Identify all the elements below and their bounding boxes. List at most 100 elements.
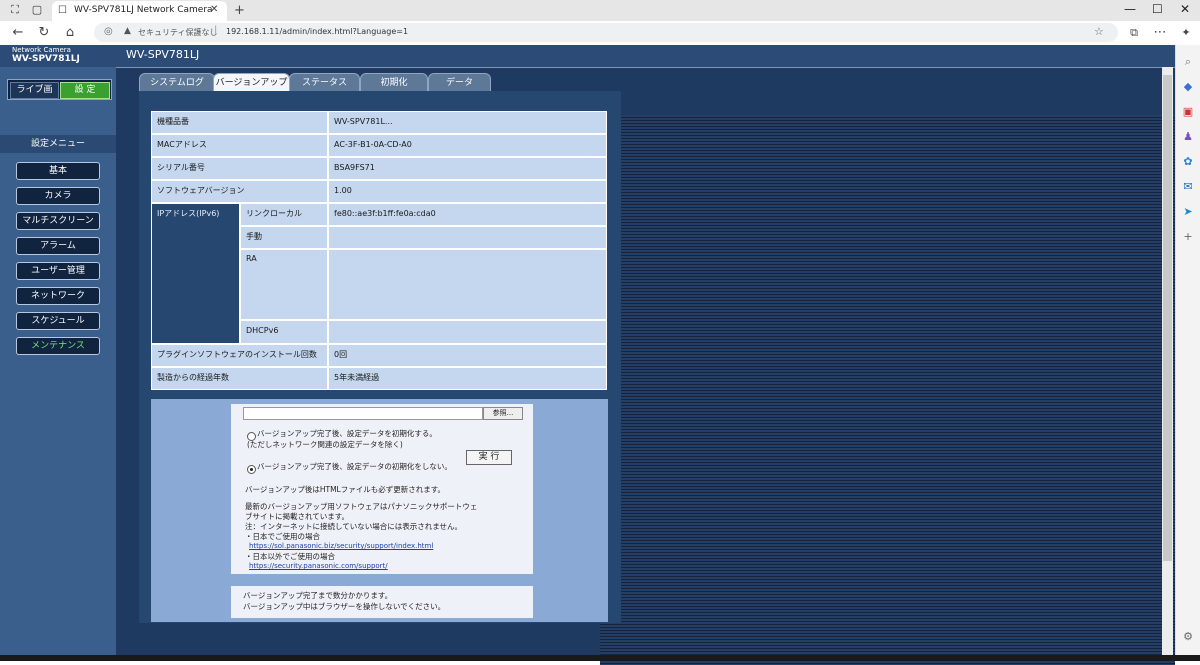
menu-alarm-button[interactable]: アラーム <box>16 237 100 255</box>
page-scrollbar[interactable] <box>1162 67 1173 655</box>
tab-status[interactable]: ステータス <box>289 73 360 92</box>
row-value-firmware: 1.00 <box>328 180 607 203</box>
info-line-4: ・日本でご使用の場合 <box>245 532 320 541</box>
setup-menu-title: 設定メニュー <box>0 135 116 153</box>
tab-title: WV-SPV781LJ Network Camera <box>74 5 213 15</box>
ipv6-ra-label: RA <box>240 249 328 320</box>
camera-header: Network Camera WV-SPV781LJ WV-SPV781LJ <box>0 45 1175 68</box>
favorite-star-icon[interactable]: ☆ <box>1094 25 1104 38</box>
row-label-years: 製造からの経過年数 <box>151 367 328 390</box>
live-view-button[interactable]: ライブ画 <box>10 82 59 99</box>
site-info-icon[interactable]: ◎ <box>104 26 113 37</box>
add-icon[interactable]: + <box>1181 230 1195 244</box>
menu-camera-button[interactable]: カメラ <box>16 187 100 205</box>
row-value-serial: BSA9FS71 <box>328 157 607 180</box>
menu-maintenance-button[interactable]: メンテナンス <box>16 337 100 355</box>
setup-button[interactable]: 設 定 <box>60 82 110 99</box>
security-label: セキュリティ保護なし <box>138 28 218 37</box>
settings-icon[interactable]: ⚙ <box>1181 630 1195 644</box>
row-label-firmware: ソフトウェアバージョン <box>151 180 328 203</box>
execute-button[interactable]: 実 行 <box>466 450 512 465</box>
ipv6-manual-value <box>328 226 607 249</box>
keep-settings-radio[interactable] <box>247 465 256 474</box>
shopping-icon[interactable]: ▣ <box>1181 105 1195 119</box>
menu-user-button[interactable]: ユーザー管理 <box>16 262 100 280</box>
info-line-3: 注：インターネットに接続していない場合には表示されません。 <box>245 522 463 531</box>
search-icon[interactable]: ⌕ <box>1181 55 1195 69</box>
row-label-mac: MACアドレス <box>151 134 328 157</box>
outlook-icon[interactable]: ✉ <box>1181 180 1195 194</box>
tag-icon[interactable]: ◆ <box>1181 80 1195 94</box>
address-bar: ← ↻ ⌂ ◎ ▲ セキュリティ保護なし | 192.168.1.11/admi… <box>0 21 1200 46</box>
profile-icon[interactable]: ⛶ <box>8 3 22 17</box>
minimize-icon[interactable]: — <box>1124 2 1136 16</box>
browser-tab-bar: ⛶ ▢ ☐ WV-SPV781LJ Network Camera ✕ + — ☐… <box>0 0 1200 21</box>
copilot-icon[interactable]: ✦ <box>1178 25 1194 41</box>
tab-data[interactable]: データ <box>428 73 491 92</box>
firmware-file-input[interactable] <box>243 407 483 420</box>
tools-icon[interactable]: ✿ <box>1181 155 1195 169</box>
row-value-plugin-installs: 0回 <box>328 344 607 367</box>
url-text: 192.168.1.11/admin/index.html?Language=1 <box>226 27 409 36</box>
tab-system-log[interactable]: システムログ <box>139 73 215 92</box>
tab-version-up[interactable]: バージョンアップ <box>213 73 290 92</box>
row-label-plugin-installs: プラグインソフトウェアのインストール回数 <box>151 344 328 367</box>
back-icon[interactable]: ← <box>10 25 26 41</box>
browse-button[interactable]: 参照... <box>483 407 523 420</box>
warning-icon: ▲ <box>124 26 131 36</box>
menu-schedule-button[interactable]: スケジュール <box>16 312 100 330</box>
mode-switch: ライブ画 設 定 <box>7 79 112 100</box>
workspaces-icon[interactable]: ▢ <box>30 3 44 17</box>
reset-settings-note: (ただしネットワーク関連の設定データを除く) <box>247 440 403 449</box>
games-icon[interactable]: ♟ <box>1181 130 1195 144</box>
row-value-model: WV-SPV781L... <box>328 111 607 134</box>
url-field[interactable]: ◎ ▲ セキュリティ保護なし | 192.168.1.11/admin/inde… <box>94 23 1118 42</box>
row-value-mac: AC-3F-B1-0A-CD-A0 <box>328 134 607 157</box>
page-model-title: WV-SPV781LJ <box>126 48 200 61</box>
menu-basic-button[interactable]: 基本 <box>16 162 100 180</box>
ipv6-dhcpv6-value <box>328 320 607 344</box>
ipv6-dhcpv6-label: DHCPv6 <box>240 320 328 344</box>
menu-multiscreen-button[interactable]: マルチスクリーン <box>16 212 100 230</box>
camera-admin-page: Network Camera WV-SPV781LJ WV-SPV781LJ ラ… <box>0 45 1175 665</box>
refresh-icon[interactable]: ↻ <box>36 25 52 41</box>
send-icon[interactable]: ➤ <box>1181 205 1195 219</box>
url-separator: | <box>214 25 218 36</box>
taskbar <box>0 655 1200 661</box>
ipv6-linklocal-value: fe80::ae3f:b1ff:fe0a:cda0 <box>328 203 607 226</box>
tab-favicon-icon: ☐ <box>58 5 67 16</box>
scrollbar-thumb[interactable] <box>1163 75 1172 561</box>
brand-label: Network Camera <box>12 46 71 54</box>
menu-network-button[interactable]: ネットワーク <box>16 287 100 305</box>
note-line-2: バージョンアップ中はブラウザーを操作しないでください。 <box>243 602 446 611</box>
upgrade-panel: 参照... バージョンアップ完了後、設定データを初期化する。 (ただしネットワー… <box>151 399 608 622</box>
html-update-notice: バージョンアップ後はHTMLファイルも必ず更新されます。 <box>245 485 445 494</box>
brand-model: WV-SPV781LJ <box>12 54 80 64</box>
tab-close-icon[interactable]: ✕ <box>210 4 218 15</box>
support-link-global[interactable]: https://security.panasonic.com/support/ <box>249 562 388 570</box>
row-label-serial: シリアル番号 <box>151 157 328 180</box>
tab-initialize[interactable]: 初期化 <box>360 73 428 92</box>
reset-settings-label: バージョンアップ完了後、設定データを初期化する。 <box>257 429 437 438</box>
overseas-label: ・日本以外でご使用の場合 <box>245 552 335 561</box>
row-label-model: 機種品番 <box>151 111 328 134</box>
window-close-icon[interactable]: ✕ <box>1180 2 1190 16</box>
more-menu-icon[interactable]: ⋯ <box>1152 25 1168 41</box>
browser-tab[interactable]: ☐ WV-SPV781LJ Network Camera ✕ <box>52 1 227 21</box>
background-stripes <box>600 115 1175 665</box>
home-icon[interactable]: ⌂ <box>62 25 78 41</box>
ipv6-linklocal-label: リンクローカル <box>240 203 328 226</box>
upgrade-note-box: バージョンアップ完了まで数分かかります。 バージョンアップ中はブラウザーを操作し… <box>231 586 533 618</box>
new-tab-icon[interactable]: + <box>234 3 245 18</box>
info-line-2: ブサイトに掲載されています。 <box>245 512 350 521</box>
info-line-1: 最新のバージョンアップ用ソフトウェアはパナソニックサポートウェ <box>245 502 478 511</box>
keep-settings-label: バージョンアップ完了後、設定データの初期化をしない。 <box>257 462 452 471</box>
ipv6-manual-label: 手動 <box>240 226 328 249</box>
support-link-japan[interactable]: https://sol.panasonic.biz/security/suppo… <box>249 542 433 550</box>
row-value-years: 5年未満経過 <box>328 367 607 390</box>
setup-sidebar: ライブ画 設 定 設定メニュー 基本 カメラ マルチスクリーン アラーム ユーザ… <box>0 67 116 655</box>
maximize-icon[interactable]: ☐ <box>1152 2 1163 16</box>
ipv6-ra-value <box>328 249 607 320</box>
note-line-1: バージョンアップ完了まで数分かかります。 <box>243 591 393 600</box>
collections-icon[interactable]: ⧉ <box>1126 25 1142 41</box>
